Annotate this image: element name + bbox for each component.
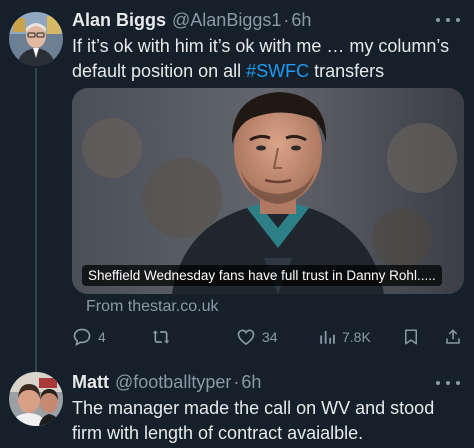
tweet-text-part: transfers <box>309 61 385 81</box>
bar-chart-icon <box>318 327 336 347</box>
card-headline: Sheffield Wednesday fans have full trust… <box>82 265 442 286</box>
author-name[interactable]: Matt <box>72 372 109 393</box>
avatar-alan-biggs[interactable] <box>9 12 63 66</box>
separator-dot: · <box>283 9 290 30</box>
bookmark-button[interactable] <box>402 326 420 348</box>
heart-icon <box>236 327 256 347</box>
link-preview-card[interactable]: Sheffield Wednesday fans have full trust… <box>72 88 464 294</box>
views-button[interactable]: 7.8K <box>318 326 371 348</box>
tweet-timestamp[interactable]: 6h <box>291 10 311 31</box>
more-options-icon[interactable] <box>436 374 460 392</box>
thread-connector-line <box>35 68 37 374</box>
avatar-matt[interactable] <box>9 372 63 426</box>
separator-dot: · <box>233 371 240 392</box>
like-button[interactable]: 34 <box>236 326 278 348</box>
card-photo <box>72 88 464 294</box>
tweet-header: Alan Biggs @AlanBiggs1 · 6h <box>72 8 311 32</box>
retweet-button[interactable] <box>150 326 178 348</box>
card-source-domain[interactable]: From thestar.co.uk <box>86 298 219 316</box>
more-options-icon[interactable] <box>436 11 460 29</box>
share-upload-icon <box>444 327 462 347</box>
author-handle[interactable]: @AlanBiggs1 <box>172 10 281 31</box>
reply-count: 4 <box>98 329 106 345</box>
share-button[interactable] <box>444 326 462 348</box>
tweet-header: Matt @footballtyper · 6h <box>72 370 261 394</box>
bookmark-icon <box>402 327 420 347</box>
like-count: 34 <box>262 329 278 345</box>
speech-bubble-icon <box>72 327 92 347</box>
author-name[interactable]: Alan Biggs <box>72 10 166 31</box>
author-handle[interactable]: @footballtyper <box>115 372 231 393</box>
reply-button[interactable]: 4 <box>72 326 106 348</box>
retweet-arrows-icon <box>150 327 172 347</box>
tweet-body: If it’s ok with him it’s ok with me … my… <box>72 34 466 84</box>
tweet-actions-bar: 4 34 7.8K <box>72 326 464 348</box>
tweet-timestamp[interactable]: 6h <box>241 372 261 393</box>
view-count: 7.8K <box>342 329 371 345</box>
tweet-body: The manager made the call on WV and stoo… <box>72 398 435 443</box>
hashtag-link[interactable]: #SWFC <box>246 61 309 81</box>
